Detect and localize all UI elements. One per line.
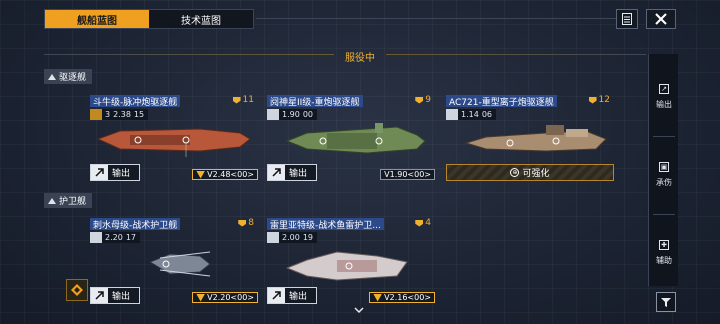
enhance-available-bar[interactable]: ⊕ 可强化 — [446, 164, 614, 181]
rail-divider — [653, 136, 675, 137]
version-mark-icon — [196, 170, 206, 179]
version-mark-icon — [373, 293, 383, 302]
fleet-emblem-icon — [71, 284, 83, 296]
close-button[interactable] — [646, 9, 676, 29]
ship-illustration — [148, 251, 211, 277]
filter-button[interactable] — [656, 292, 676, 312]
output-button[interactable]: 输出 — [267, 287, 317, 304]
blueprint-tabs: 舰船蓝图 技术蓝图 — [44, 9, 254, 29]
ship-name: 雷里亚特级-战术鱼雷护卫... — [267, 218, 384, 230]
ship-rank: 11 — [232, 95, 254, 105]
ship-name: 阋神星II级-重炮驱逐舰 — [267, 95, 363, 107]
ship-rank: 9 — [415, 95, 431, 105]
enhance-icon: ⊕ — [510, 168, 520, 177]
arrow-up-right-icon — [268, 288, 285, 303]
document-icon — [622, 13, 632, 25]
version-badge: V2.16<00> — [369, 292, 435, 303]
arrow-up-right-icon — [91, 288, 108, 303]
shield-icon: ▣ — [659, 162, 669, 172]
ship-rank: 12 — [588, 95, 610, 105]
collapse-triangle-icon — [48, 73, 56, 80]
rail-item-support[interactable]: ✚ 辅助 — [649, 240, 679, 282]
role-filter-rail: ↗ 输出 ▣ 承伤 ✚ 辅助 — [648, 54, 678, 286]
output-button[interactable]: 输出 — [90, 164, 140, 181]
arrow-up-right-icon — [91, 165, 108, 180]
rank-badge-icon — [232, 96, 241, 104]
rank-badge-icon — [588, 96, 597, 104]
ship-card[interactable]: 阋神星II级-重炮驱逐舰 9 1.90 00 输出 V1.90<00> — [267, 95, 435, 187]
fleet-icon[interactable] — [66, 279, 88, 301]
output-button[interactable]: 输出 — [90, 287, 140, 304]
version-badge: V1.90<00> — [380, 169, 435, 180]
ship-card[interactable]: 斗牛级-脉冲炮驱逐舰 11 3 2.38 15 输出 V2.48<00> — [90, 95, 258, 187]
collapse-triangle-icon — [48, 197, 56, 204]
ship-rank: 8 — [238, 218, 254, 228]
rail-item-tank[interactable]: ▣ 承伤 — [649, 162, 679, 204]
rank-badge-icon — [415, 219, 424, 227]
version-badge: V2.20<00> — [192, 292, 258, 303]
category-frigate[interactable]: 护卫舰 — [44, 193, 93, 208]
top-bar: 舰船蓝图 技术蓝图 — [0, 0, 720, 38]
chevron-down-icon[interactable] — [354, 306, 364, 314]
filter-icon — [661, 298, 671, 307]
header-divider — [256, 18, 638, 19]
category-label: 护卫舰 — [59, 197, 87, 207]
output-button[interactable]: 输出 — [267, 164, 317, 181]
category-label: 驱逐舰 — [59, 73, 87, 83]
support-icon: ✚ — [659, 240, 669, 250]
ship-card[interactable]: 刺水母级-战术护卫舰 8 2.20 17 输出 V2.20<00> — [90, 218, 258, 310]
rank-badge-icon — [415, 96, 424, 104]
ship-name: 斗牛级-脉冲炮驱逐舰 — [90, 95, 181, 107]
tab-ship-blueprint[interactable]: 舰船蓝图 — [45, 10, 149, 28]
tab-tech-blueprint[interactable]: 技术蓝图 — [149, 10, 253, 28]
ship-illustration — [96, 128, 251, 157]
ship-illustration — [464, 125, 607, 152]
ship-card[interactable]: 雷里亚特级-战术鱼雷护卫... 4 2.00 19 输出 V2.16<00> — [267, 218, 435, 310]
section-title: 服役中 — [345, 53, 375, 64]
ship-illustration — [285, 251, 408, 281]
rail-item-output[interactable]: ↗ 输出 — [649, 84, 679, 126]
category-destroyer[interactable]: 驱逐舰 — [44, 69, 93, 84]
rank-badge-icon — [238, 219, 247, 227]
ship-card[interactable]: AC721-重型离子炮驱逐舰 12 1.14 06 ⊕ 可强化 — [446, 95, 614, 187]
version-badge: V2.48<00> — [192, 169, 258, 180]
ship-illustration — [285, 123, 426, 154]
rail-divider — [653, 214, 675, 215]
version-mark-icon — [196, 293, 206, 302]
arrow-up-right-icon: ↗ — [659, 84, 669, 94]
close-icon — [655, 13, 667, 25]
ship-name: AC721-重型离子炮驱逐舰 — [446, 95, 557, 107]
ship-name: 刺水母级-战术护卫舰 — [90, 218, 181, 230]
document-button[interactable] — [616, 9, 638, 29]
arrow-up-right-icon — [268, 165, 285, 180]
ship-rank: 4 — [415, 218, 431, 228]
